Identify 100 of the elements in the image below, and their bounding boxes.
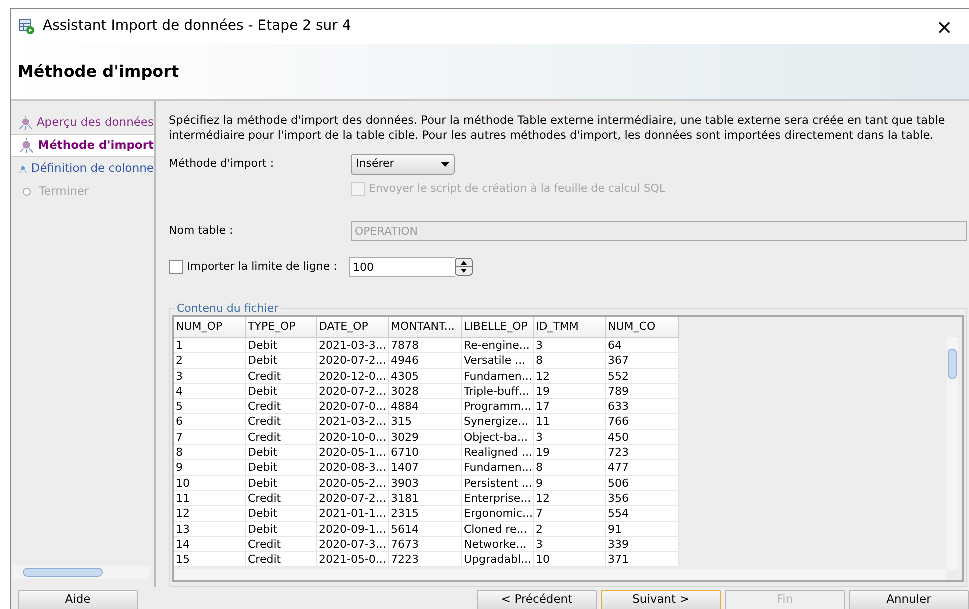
table-cell: Debit: [246, 445, 317, 460]
table-cell: 15: [174, 552, 246, 568]
table-cell: 19: [534, 384, 606, 400]
close-button[interactable]: ×: [928, 16, 961, 36]
table-cell: 315: [389, 414, 462, 430]
table-cell: 2021-01-1...: [317, 506, 389, 522]
table-cell: 2315: [389, 506, 462, 522]
table-cell: 2020-05-2...: [317, 476, 389, 491]
table-cell: 2021-05-0...: [317, 552, 389, 568]
row-limit-field[interactable]: 100: [349, 257, 455, 277]
table-cell: 7673: [389, 536, 462, 552]
table-cell: Credit: [246, 399, 317, 414]
table-cell: Fundamen...: [462, 460, 534, 476]
table-cell: 3: [174, 368, 246, 384]
description-text: Spécifiez la méthode d'import des données. Pour la méthode Table externe intermédiaire, une table externe sera créée en tant que table intermédiaire pour l'import de la table cible. Pour les autres méthodes d'import, les données sont importées directement dans la table.: [169, 113, 946, 143]
step-link[interactable]: Définition de colonne: [31, 160, 154, 178]
table-cell: Versatile ...: [462, 353, 534, 369]
table-cell: 506: [606, 476, 679, 491]
horizontal-scrollbar[interactable]: [174, 569, 946, 580]
table-cell: 10: [174, 476, 246, 491]
table-cell: 3028: [389, 384, 462, 400]
table-cell: 633: [606, 399, 679, 414]
step-link[interactable]: Aperçu des données: [36, 114, 154, 132]
table-cell: 11: [534, 414, 606, 430]
table-cell: 4884: [389, 399, 462, 414]
table-cell: 91: [606, 522, 679, 537]
table-cell: 2021-03-2...: [317, 414, 389, 430]
table-cell: Debit: [246, 353, 317, 369]
dialog-button[interactable]: Annuler: [849, 590, 969, 609]
table-cell: 7: [174, 430, 246, 446]
column-header[interactable]: DATE_OP: [317, 317, 389, 338]
table-cell: 17: [534, 399, 606, 414]
table-cell: Credit: [246, 536, 317, 552]
field-label: Méthode d'import :: [169, 156, 276, 172]
table-cell: 3029: [389, 430, 462, 446]
table-cell: 2020-12-0...: [317, 368, 389, 384]
caret-icon: [441, 162, 450, 166]
dialog-button[interactable]: Suivant >: [601, 590, 721, 609]
step-label: Terminer: [39, 182, 90, 200]
table-cell: Debit: [246, 338, 317, 354]
table-cell: Cloned re...: [462, 522, 534, 537]
table-cell: 2: [174, 353, 246, 369]
column-header[interactable]: ID_TMM: [534, 317, 606, 338]
table-cell: 367: [606, 353, 679, 369]
table-cell: 2020-07-3...: [317, 536, 389, 552]
dialog-button[interactable]: < Précédent: [477, 590, 597, 609]
table-cell: Object-ba...: [462, 430, 534, 446]
table-import-icon: [19, 18, 35, 34]
table-cell: Debit: [246, 460, 317, 476]
table-cell: 12: [174, 506, 246, 522]
table-cell: 8: [534, 460, 606, 476]
table-cell: 723: [606, 445, 679, 460]
column-header[interactable]: MONTANT...: [389, 317, 462, 338]
table-cell: 554: [606, 506, 679, 522]
table-cell: 7223: [389, 552, 462, 568]
page-title: Méthode d'import: [11, 44, 969, 101]
table-cell: 2020-07-2...: [317, 490, 389, 506]
table-cell: 14: [174, 536, 246, 552]
table-cell: 6: [174, 414, 246, 430]
spinner-arrows-icon[interactable]: [455, 257, 473, 277]
dialog-button[interactable]: Aide: [18, 590, 138, 609]
table-cell: Programm...: [462, 399, 534, 414]
table-cell: 2021-03-3...: [317, 338, 389, 354]
table-cell: 2020-05-1...: [317, 445, 389, 460]
column-header[interactable]: NUM_OP: [174, 317, 246, 338]
table-cell: 339: [606, 536, 679, 552]
table-cell: Ergonomic...: [462, 506, 534, 522]
table-cell: Credit: [246, 414, 317, 430]
table-cell: 4946: [389, 353, 462, 369]
table-cell: 5614: [389, 522, 462, 537]
table-cell: 3: [534, 430, 606, 446]
checkbox-label: Envoyer le script de création à la feuille de calcul SQL: [369, 180, 666, 197]
horizontal-scrollbar[interactable]: [13, 566, 150, 579]
table-cell: 64: [606, 338, 679, 354]
table-cell: Credit: [246, 552, 317, 568]
table-cell: 766: [606, 414, 679, 430]
table-cell: 10: [534, 552, 606, 568]
table-cell: Enterprise...: [462, 490, 534, 506]
vertical-scrollbar[interactable]: [947, 337, 958, 570]
column-header[interactable]: LIBELLE_OP: [462, 317, 534, 338]
table-cell: 2020-09-1...: [317, 522, 389, 537]
table-cell: 371: [606, 552, 679, 568]
method-dropdown[interactable]: Insérer: [351, 154, 455, 174]
table-cell: Credit: [246, 490, 317, 506]
table-cell: Persistent ...: [462, 476, 534, 491]
table-cell: 2: [534, 522, 606, 537]
table-cell: 12: [534, 490, 606, 506]
table-cell: 6710: [389, 445, 462, 460]
column-header[interactable]: NUM_CO: [606, 317, 679, 338]
table-cell: 1: [174, 338, 246, 354]
column-header[interactable]: TYPE_OP: [246, 317, 317, 338]
table-cell: 8: [174, 445, 246, 460]
table-cell: 11: [174, 490, 246, 506]
table-cell: 8: [534, 353, 606, 369]
table-cell: Upgradabl...: [462, 552, 534, 568]
table-cell: 4305: [389, 368, 462, 384]
table-cell: 19: [534, 445, 606, 460]
checkbox[interactable]: [169, 260, 183, 274]
table-cell: 2020-08-3...: [317, 460, 389, 476]
table-cell: 5: [174, 399, 246, 414]
